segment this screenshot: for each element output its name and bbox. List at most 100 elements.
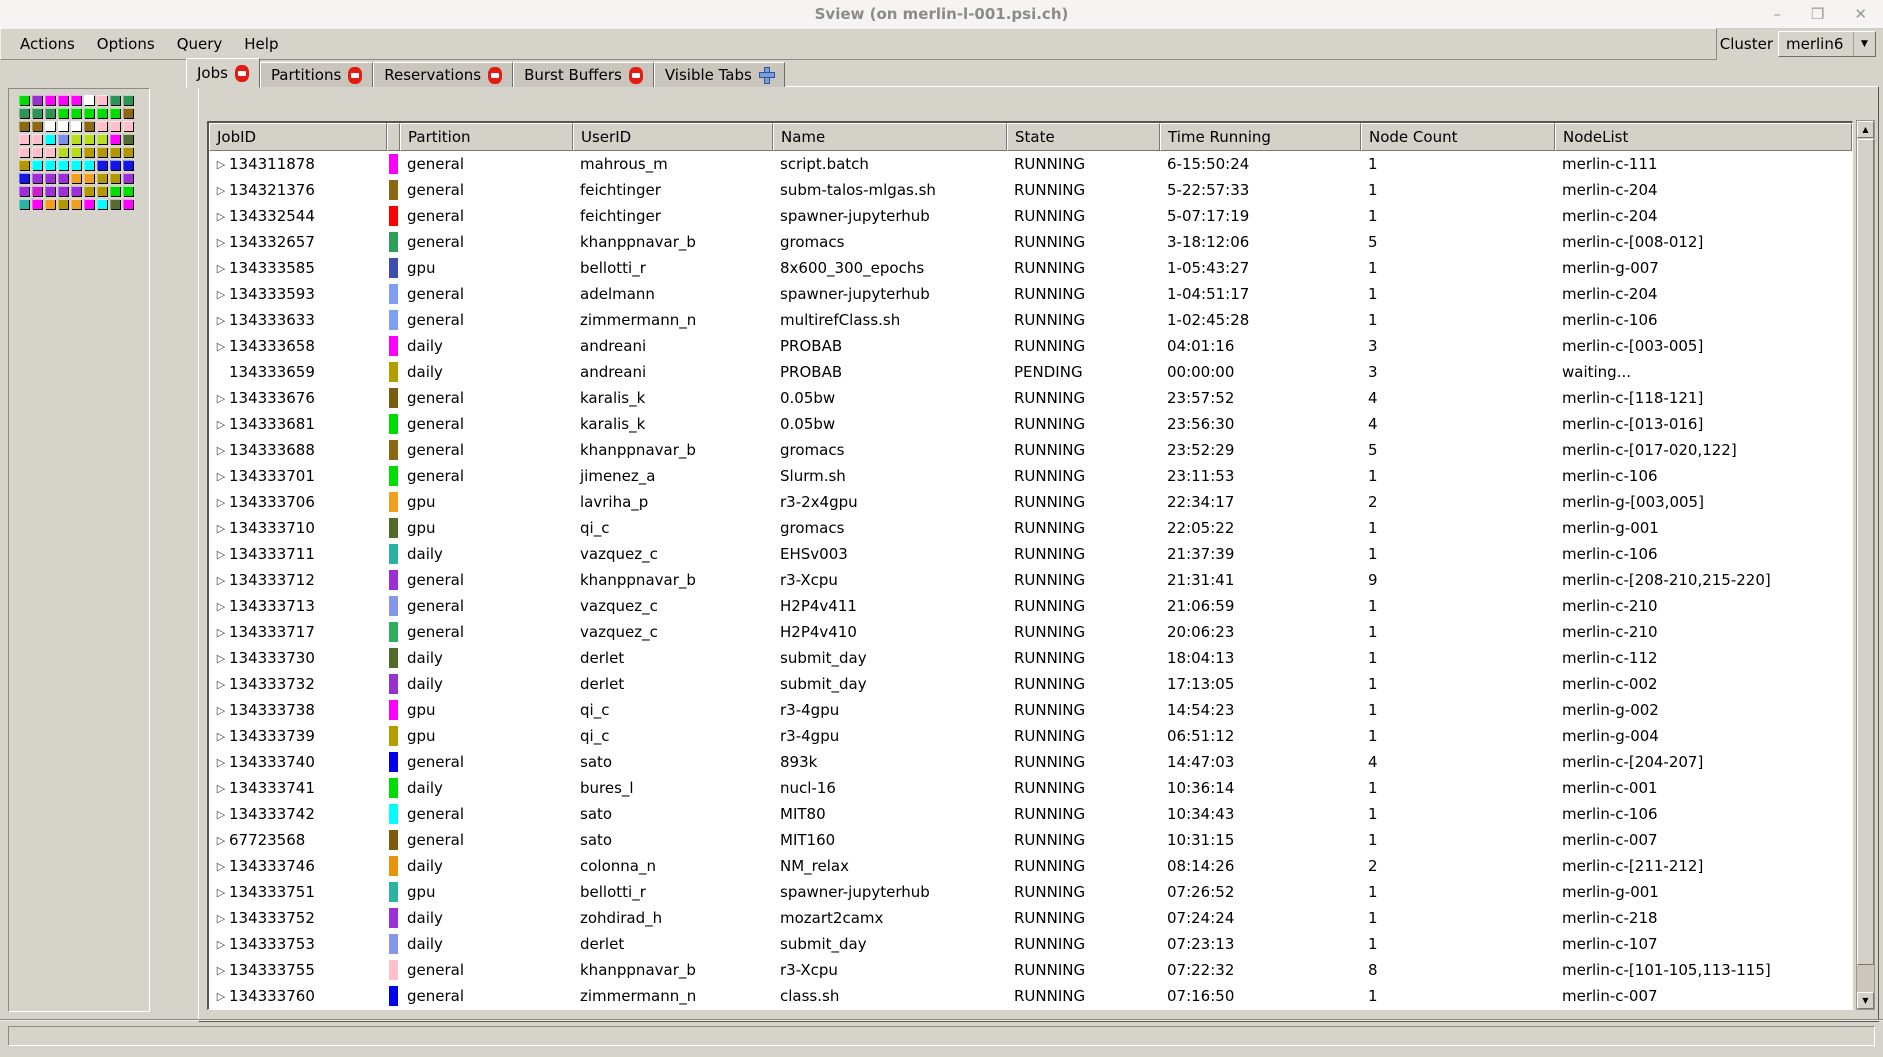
node-cell[interactable] [32,108,42,118]
node-cell[interactable] [32,95,42,105]
tab-reservations[interactable]: Reservations [373,62,513,87]
table-row[interactable]: ▷ 134333732 daily derlet submit_day RUNN… [209,671,1852,697]
expander-icon[interactable]: ▷ [213,522,229,535]
node-cell[interactable] [84,199,94,209]
node-cell[interactable] [97,160,107,170]
node-cell[interactable] [45,121,55,131]
expander-icon[interactable]: ▷ [213,548,229,561]
vertical-scrollbar[interactable]: ▲ ▼ [1856,120,1875,1010]
node-cell[interactable] [58,160,68,170]
node-cell[interactable] [19,173,29,183]
table-row[interactable]: ▷ 67723568 general sato MIT160 RUNNING 1… [209,827,1852,853]
table-row[interactable]: ▷ 134311878 general mahrous_m script.bat… [209,151,1852,177]
node-cell[interactable] [97,121,107,131]
node-cell[interactable] [45,186,55,196]
table-row[interactable]: ▷ 134333717 general vazquez_c H2P4v410 R… [209,619,1852,645]
node-cell[interactable] [71,160,81,170]
node-cell[interactable] [84,173,94,183]
node-cell[interactable] [58,199,68,209]
menu-item-help[interactable]: Help [233,30,289,58]
cluster-combobox[interactable]: merlin6 ▼ [1778,31,1876,57]
expander-icon[interactable]: ▷ [213,886,229,899]
expander-icon[interactable]: ▷ [213,418,229,431]
node-cell[interactable] [110,121,120,131]
table-row[interactable]: 134333659 daily andreani PROBAB PENDING … [209,359,1852,385]
node-cell[interactable] [19,199,29,209]
menu-item-actions[interactable]: Actions [9,30,86,58]
table-row[interactable]: ▷ 134333738 gpu qi_c r3-4gpu RUNNING 14:… [209,697,1852,723]
table-row[interactable]: ▷ 134333706 gpu lavriha_p r3-2x4gpu RUNN… [209,489,1852,515]
expander-icon[interactable]: ▷ [213,730,229,743]
node-cell[interactable] [110,173,120,183]
node-cell[interactable] [110,134,120,144]
column-header-nodelist[interactable]: NodeList [1555,123,1852,151]
node-cell[interactable] [32,186,42,196]
node-cell[interactable] [71,108,81,118]
table-row[interactable]: ▷ 134333746 daily colonna_n NM_relax RUN… [209,853,1852,879]
expander-icon[interactable]: ▷ [213,314,229,327]
expander-icon[interactable]: ▷ [213,652,229,665]
node-cell[interactable] [19,134,29,144]
node-cell[interactable] [123,95,133,105]
table-row[interactable]: ▷ 134333713 general vazquez_c H2P4v411 R… [209,593,1852,619]
node-cell[interactable] [84,160,94,170]
expander-icon[interactable]: ▷ [213,288,229,301]
tab-partitions[interactable]: Partitions [260,62,373,87]
expander-icon[interactable]: ▷ [213,158,229,171]
node-cell[interactable] [110,199,120,209]
node-cell[interactable] [71,95,81,105]
table-row[interactable]: ▷ 134333742 general sato MIT80 RUNNING 1… [209,801,1852,827]
node-cell[interactable] [32,160,42,170]
node-cell[interactable] [71,199,81,209]
expander-icon[interactable]: ▷ [213,912,229,925]
node-cell[interactable] [110,160,120,170]
table-row[interactable]: ▷ 134333741 daily bures_l nucl-16 RUNNIN… [209,775,1852,801]
node-cell[interactable] [58,186,68,196]
table-row[interactable]: ▷ 134333755 general khanppnavar_b r3-Xcp… [209,957,1852,983]
node-cell[interactable] [71,147,81,157]
node-cell[interactable] [32,173,42,183]
node-cell[interactable] [110,95,120,105]
node-cell[interactable] [58,173,68,183]
node-cell[interactable] [123,199,133,209]
menu-item-query[interactable]: Query [166,30,234,58]
column-header-partition[interactable]: Partition [400,123,573,151]
table-row[interactable]: ▷ 134333730 daily derlet submit_day RUNN… [209,645,1852,671]
table-row[interactable]: ▷ 134333712 general khanppnavar_b r3-Xcp… [209,567,1852,593]
expander-icon[interactable]: ▷ [213,626,229,639]
node-cell[interactable] [45,134,55,144]
node-cell[interactable] [123,121,133,131]
node-cell[interactable] [84,147,94,157]
node-cell[interactable] [32,134,42,144]
table-row[interactable]: ▷ 134333633 general zimmermann_n multire… [209,307,1852,333]
node-cell[interactable] [45,147,55,157]
tab-jobs[interactable]: Jobs [186,58,260,88]
node-cell[interactable] [32,199,42,209]
expander-icon[interactable]: ▷ [213,470,229,483]
expander-icon[interactable]: ▷ [213,236,229,249]
node-cell[interactable] [45,108,55,118]
table-row[interactable]: ▷ 134333711 daily vazquez_c EHSv003 RUNN… [209,541,1852,567]
node-cell[interactable] [84,121,94,131]
table-row[interactable]: ▷ 134333753 daily derlet submit_day RUNN… [209,931,1852,957]
node-cell[interactable] [19,160,29,170]
node-cell[interactable] [110,186,120,196]
column-header[interactable] [387,123,400,151]
node-cell[interactable] [45,95,55,105]
node-cell[interactable] [123,108,133,118]
node-cell[interactable] [19,108,29,118]
node-cell[interactable] [19,186,29,196]
node-cell[interactable] [19,121,29,131]
node-cell[interactable] [97,134,107,144]
node-cell[interactable] [97,147,107,157]
node-cell[interactable] [45,173,55,183]
expander-icon[interactable]: ▷ [213,990,229,1003]
menu-item-options[interactable]: Options [86,30,166,58]
node-cell[interactable] [110,147,120,157]
node-cell[interactable] [19,95,29,105]
node-cell[interactable] [84,95,94,105]
node-cell[interactable] [58,108,68,118]
expander-icon[interactable]: ▷ [213,782,229,795]
expander-icon[interactable]: ▷ [213,574,229,587]
expander-icon[interactable]: ▷ [213,704,229,717]
